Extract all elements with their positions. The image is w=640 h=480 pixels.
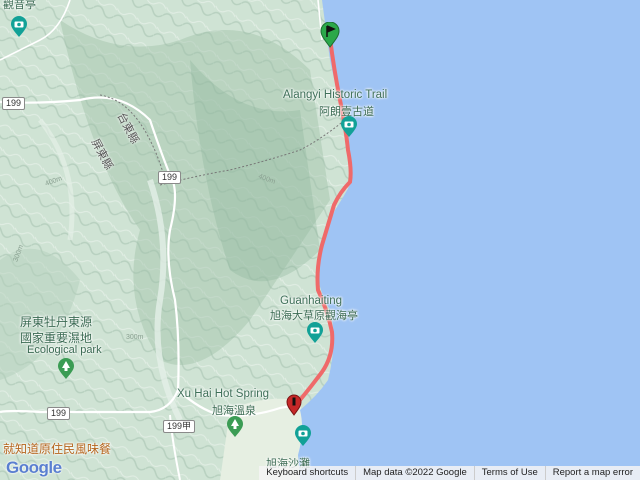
label-guanhaiting-en[interactable]: Guanhaiting [280, 295, 342, 307]
label-wetland-3[interactable]: Ecological park [27, 344, 102, 356]
label-guanhaiting-zh[interactable]: 旭海大草原觀海亭 [270, 307, 358, 323]
road-shield-199-jia: 199甲 [163, 420, 196, 433]
keyboard-shortcuts-link[interactable]: Keyboard shortcuts [259, 466, 355, 480]
camera-poi-icon[interactable] [10, 16, 28, 38]
road-shield-199: 199 [47, 407, 71, 420]
contour-label: 300m [126, 334, 144, 341]
camera-poi-icon[interactable] [306, 322, 324, 344]
sea [298, 0, 640, 480]
park-tree-poi-icon[interactable] [226, 416, 244, 438]
label-hot-spring-en[interactable]: Xu Hai Hot Spring [177, 388, 269, 400]
map-footer-bar: Keyboard shortcuts Map data ©2022 Google… [259, 466, 640, 480]
map-data-attribution: Map data ©2022 Google [355, 466, 474, 480]
road-shield-199: 199 [158, 171, 182, 184]
label-alangyi-en[interactable]: Alangyi Historic Trail [283, 89, 387, 101]
start-flag-marker-icon[interactable] [320, 22, 340, 48]
camera-poi-icon[interactable] [294, 425, 312, 447]
road-shield-199: 199 [2, 97, 26, 110]
report-map-error-link[interactable]: Report a map error [544, 466, 640, 480]
camera-poi-icon[interactable] [340, 116, 358, 138]
label-restaurant[interactable]: 就知道原住民風味餐 [3, 440, 111, 457]
label-top-left-place: 觀音亭 [3, 0, 36, 11]
park-tree-poi-icon[interactable] [57, 358, 75, 380]
terms-of-use-link[interactable]: Terms of Use [473, 466, 545, 480]
label-wetland-1[interactable]: 屏東牡丹東源 [20, 313, 92, 330]
end-pin-marker-icon[interactable] [286, 394, 302, 416]
google-logo[interactable]: Google [6, 458, 62, 478]
terrain-map[interactable] [0, 0, 640, 480]
